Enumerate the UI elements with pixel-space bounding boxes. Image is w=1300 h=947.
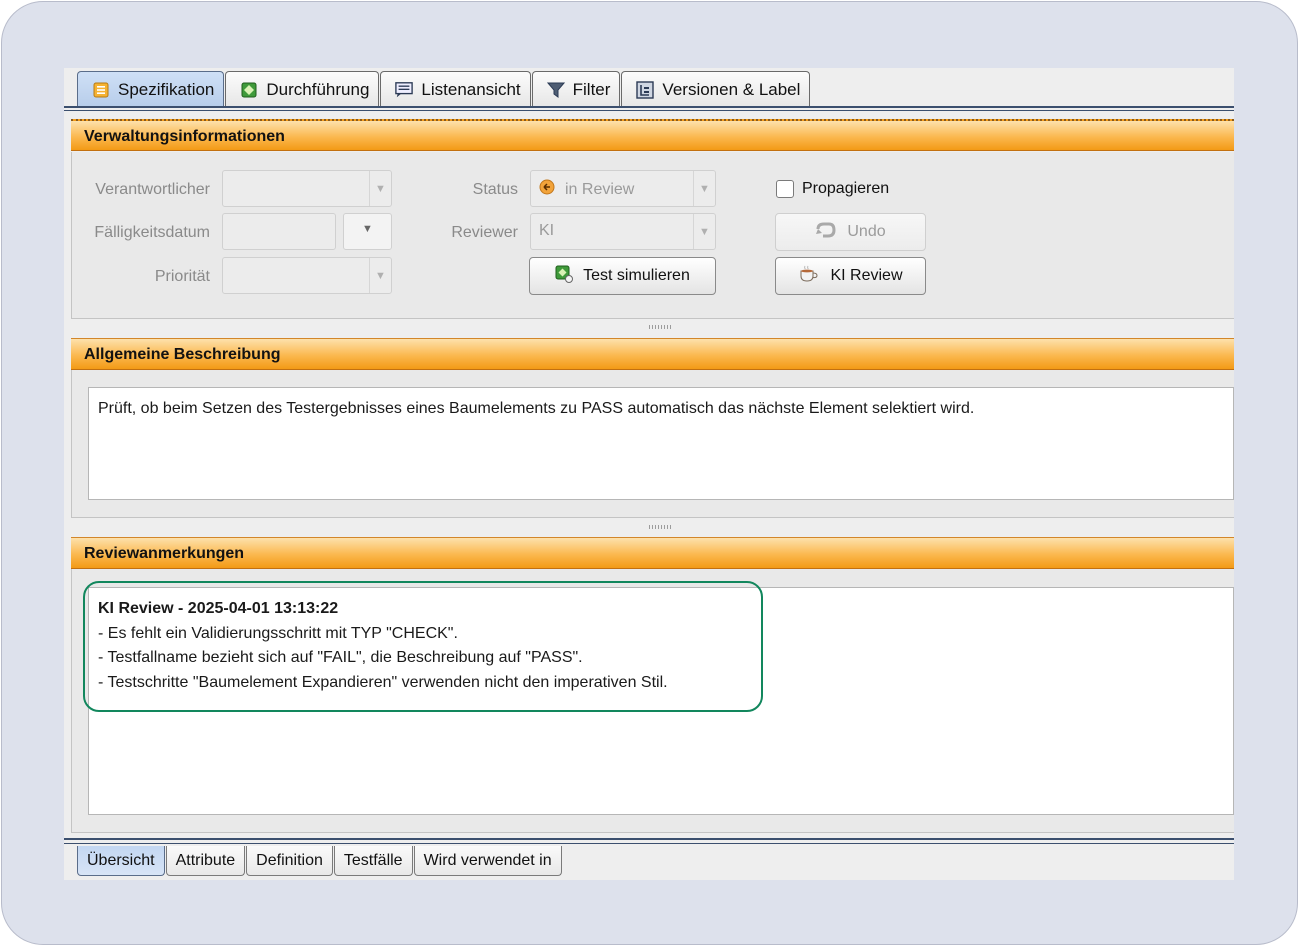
responsible-combo[interactable]: ▼ <box>222 170 392 207</box>
chevron-down-icon: ▼ <box>362 223 373 235</box>
reviewer-value: KI <box>539 222 555 239</box>
tab-attribute[interactable]: Attribute <box>165 846 246 876</box>
ai-review-button[interactable]: KI Review <box>775 257 926 295</box>
tab-label: Durchführung <box>266 79 370 99</box>
undo-icon <box>815 221 837 244</box>
highlight-annotation <box>83 581 763 712</box>
status-value: in Review <box>539 179 634 200</box>
date-picker-button[interactable]: ▼ <box>343 213 392 250</box>
tab-filter[interactable]: Filter <box>531 71 621 107</box>
section-header-description[interactable]: Allgemeine Beschreibung <box>71 338 1234 370</box>
tab-label: Filter <box>572 79 611 99</box>
splitter-handle[interactable] <box>649 525 671 529</box>
tab-uebersicht[interactable]: Übersicht <box>77 846 165 876</box>
description-textarea[interactable]: Prüft, ob beim Setzen des Testergebnisse… <box>88 387 1234 500</box>
tab-label: Spezifikation <box>118 79 215 99</box>
top-tab-bar: Spezifikation Durchführung Listenansicht… <box>77 71 811 107</box>
due-date-input[interactable] <box>222 213 336 250</box>
admin-panel: Verantwortlicher ▼ Fälligkeitsdatum ▼ Pr… <box>71 152 1234 319</box>
tab-spezifikation[interactable]: Spezifikation <box>77 71 225 107</box>
chevron-down-icon: ▼ <box>369 171 391 206</box>
propagate-checkbox[interactable] <box>776 180 794 198</box>
tab-separator <box>64 106 1234 108</box>
splitter-handle[interactable] <box>649 325 671 329</box>
tab-testfaelle[interactable]: Testfälle <box>333 846 413 876</box>
tab-separator <box>64 838 1234 840</box>
tab-label: Listenansicht <box>421 79 521 99</box>
simulate-icon <box>555 265 574 288</box>
chevron-down-icon: ▼ <box>693 171 715 206</box>
tab-wird-verwendet-in[interactable]: Wird verwendet in <box>413 846 562 876</box>
tab-versionen-label[interactable]: Versionen & Label <box>621 71 811 107</box>
application-window: Spezifikation Durchführung Listenansicht… <box>64 68 1234 880</box>
specification-icon <box>92 81 110 99</box>
status-combo[interactable]: in Review ▼ <box>530 170 716 207</box>
tab-separator <box>64 110 1234 111</box>
screenshot-frame: Spezifikation Durchführung Listenansicht… <box>1 1 1298 945</box>
priority-label: Priorität <box>154 268 210 285</box>
status-label: Status <box>472 181 518 198</box>
tab-definition[interactable]: Definition <box>246 846 333 876</box>
review-status-icon <box>539 179 555 200</box>
reviewer-label: Reviewer <box>451 224 518 241</box>
tab-durchfuehrung[interactable]: Durchführung <box>225 71 380 107</box>
propagate-label: Propagieren <box>802 180 890 197</box>
priority-combo[interactable]: ▼ <box>222 257 392 294</box>
coffee-cup-icon <box>798 265 820 288</box>
filter-icon <box>546 81 565 99</box>
responsible-label: Verantwortlicher <box>95 181 210 198</box>
list-view-icon <box>395 81 414 99</box>
chevron-down-icon: ▼ <box>369 258 391 293</box>
bottom-tab-bar: Übersicht Attribute Definition Testfälle… <box>77 846 563 876</box>
chevron-down-icon: ▼ <box>693 214 715 249</box>
versions-icon <box>636 80 655 99</box>
execution-icon <box>240 81 258 99</box>
tab-listenansicht[interactable]: Listenansicht <box>380 71 531 107</box>
section-header-admin[interactable]: Verwaltungsinformationen <box>71 119 1234 151</box>
section-header-review[interactable]: Reviewanmerkungen <box>71 537 1234 569</box>
reviewer-combo[interactable]: KI ▼ <box>530 213 716 250</box>
due-date-label: Fälligkeitsdatum <box>94 224 210 241</box>
undo-button[interactable]: Undo <box>775 213 926 251</box>
tab-separator <box>64 843 1234 844</box>
simulate-test-button[interactable]: Test simulieren <box>529 257 716 295</box>
tab-label: Versionen & Label <box>662 79 801 99</box>
